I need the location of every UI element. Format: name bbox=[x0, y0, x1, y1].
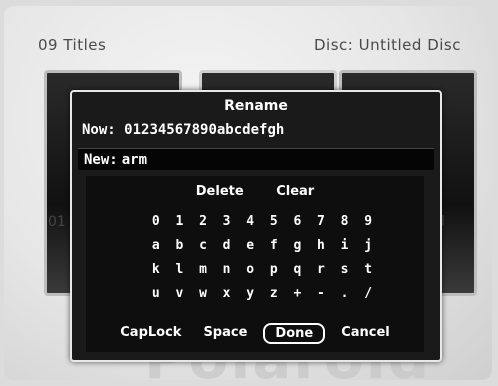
done-button[interactable]: Done bbox=[263, 323, 326, 344]
key[interactable]: t bbox=[356, 258, 380, 282]
key[interactable]: f bbox=[262, 234, 286, 258]
key[interactable]: k bbox=[144, 258, 168, 282]
dialog-title: Rename bbox=[224, 98, 288, 114]
keyboard-bottom-actions: CapLock Space Done Cancel bbox=[86, 323, 424, 344]
delete-button[interactable]: Delete bbox=[196, 184, 244, 199]
key[interactable]: / bbox=[356, 282, 380, 306]
key[interactable]: h bbox=[309, 234, 333, 258]
key[interactable]: 2 bbox=[191, 210, 215, 234]
new-value: arm bbox=[121, 152, 148, 168]
disc-label: Disc: Untitled Disc bbox=[314, 36, 461, 54]
now-value: 01234567890abcdefgh bbox=[124, 122, 285, 138]
key-row: abcdefghij bbox=[144, 234, 380, 258]
key[interactable]: n bbox=[215, 258, 239, 282]
caplock-button[interactable]: CapLock bbox=[114, 323, 187, 344]
now-label: Now: bbox=[82, 122, 116, 138]
key[interactable]: q bbox=[286, 258, 310, 282]
key-row: u v w x y z + -. / bbox=[144, 282, 380, 306]
rename-dialog: Rename Now: 01234567890abcdefgh New: arm … bbox=[70, 90, 442, 362]
key[interactable]: c bbox=[191, 234, 215, 258]
key[interactable]: j bbox=[356, 234, 380, 258]
space-button[interactable]: Space bbox=[197, 323, 253, 344]
key[interactable]: 1 bbox=[168, 210, 192, 234]
key[interactable]: p bbox=[262, 258, 286, 282]
key[interactable]: d bbox=[215, 234, 239, 258]
clear-button[interactable]: Clear bbox=[276, 184, 314, 199]
key[interactable]: e bbox=[238, 234, 262, 258]
key[interactable]: m bbox=[191, 258, 215, 282]
new-name-field[interactable]: New: arm bbox=[78, 148, 434, 170]
key[interactable]: l bbox=[168, 258, 192, 282]
key[interactable]: u bbox=[144, 282, 168, 306]
key[interactable]: a bbox=[144, 234, 168, 258]
key[interactable]: 0 bbox=[144, 210, 168, 234]
key[interactable]: y bbox=[238, 282, 262, 306]
key[interactable]: 4 bbox=[238, 210, 262, 234]
key[interactable]: g bbox=[286, 234, 310, 258]
thumbnail-label: 01 bbox=[48, 214, 66, 230]
key[interactable]: - bbox=[309, 282, 333, 306]
cancel-button[interactable]: Cancel bbox=[335, 323, 396, 344]
key[interactable]: o bbox=[238, 258, 262, 282]
new-label: New: bbox=[84, 152, 118, 168]
key[interactable]: 6 bbox=[286, 210, 310, 234]
key[interactable]: + bbox=[286, 282, 310, 306]
titles-count: 09 Titles bbox=[38, 36, 107, 54]
key[interactable]: . bbox=[333, 282, 357, 306]
key[interactable]: r bbox=[309, 258, 333, 282]
current-name-row: Now: 01234567890abcdefgh bbox=[82, 122, 284, 138]
onscreen-keyboard: Delete Clear 0123456789abcdefghijklmnopq… bbox=[86, 176, 424, 352]
key[interactable]: v bbox=[168, 282, 192, 306]
key[interactable]: w bbox=[191, 282, 215, 306]
keyboard-top-actions: Delete Clear bbox=[86, 184, 424, 199]
key[interactable]: 3 bbox=[215, 210, 239, 234]
key[interactable]: i bbox=[333, 234, 357, 258]
key[interactable]: b bbox=[168, 234, 192, 258]
key[interactable]: z bbox=[262, 282, 286, 306]
key-grid: 0 1 2 3 4 5 6 7 8 9 a b c d e f g h i j k l m n o p q r s t u v w x y z + -. / bbox=[144, 210, 380, 306]
key[interactable]: 8 bbox=[333, 210, 357, 234]
key[interactable]: 9 bbox=[356, 210, 380, 234]
key-row: 0123456789 bbox=[144, 210, 380, 234]
key[interactable]: 5 bbox=[262, 210, 286, 234]
key[interactable]: 7 bbox=[309, 210, 333, 234]
tv-screen: 09 Titles Disc: Untitled Disc 01 d Polar… bbox=[4, 6, 492, 380]
key-row: klmnopqrst bbox=[144, 258, 380, 282]
key[interactable]: s bbox=[333, 258, 357, 282]
key[interactable]: x bbox=[215, 282, 239, 306]
